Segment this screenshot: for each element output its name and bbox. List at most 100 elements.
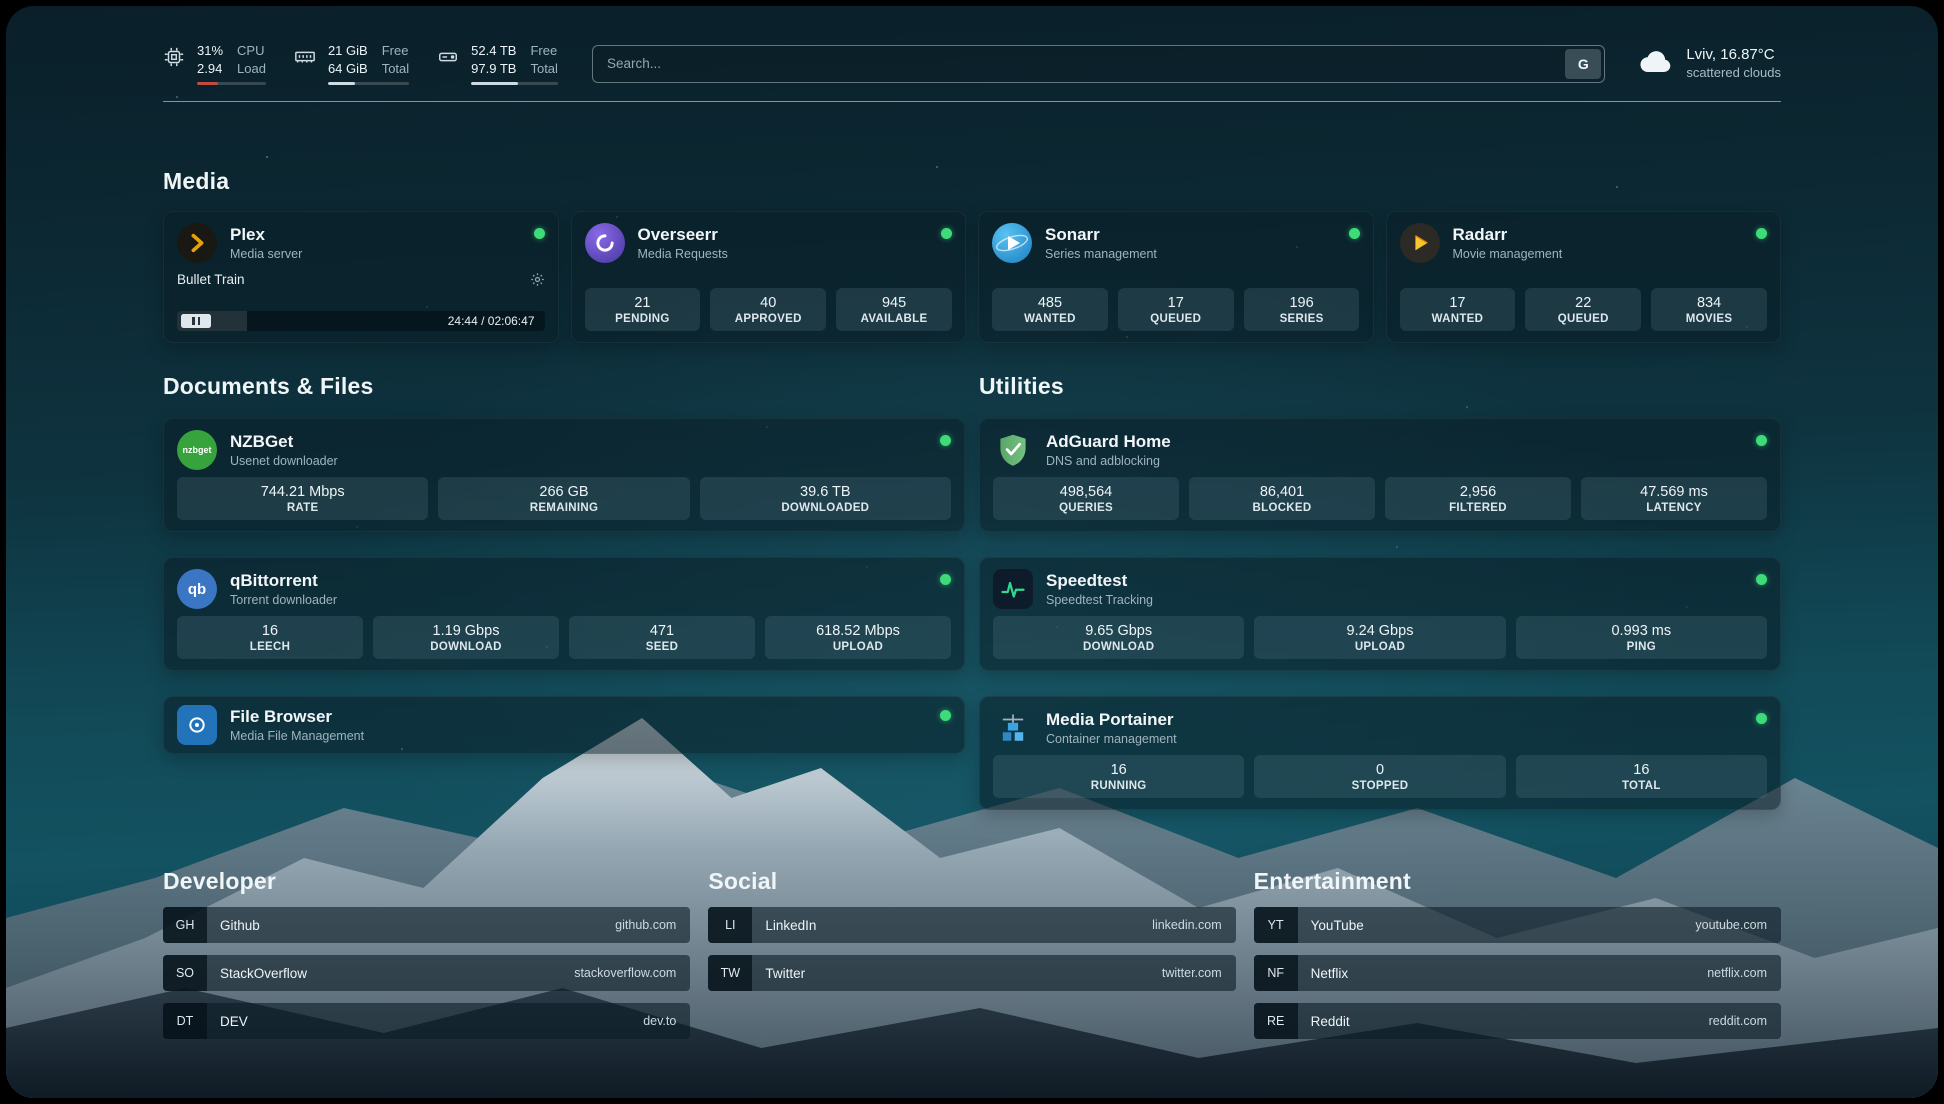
plex-icon [177, 223, 217, 263]
cpu-metric: 31%2.94 CPULoad [163, 42, 266, 85]
app-subtitle: Usenet downloader [230, 454, 338, 468]
stat-download: 9.65 GbpsDOWNLOAD [993, 616, 1244, 659]
filebrowser-icon [177, 705, 217, 745]
sonarr-icon [992, 223, 1032, 263]
app-card-adguard[interactable]: AdGuard Home DNS and adblocking 498,564Q… [979, 418, 1781, 532]
ram-free-label: Free [382, 42, 409, 60]
cpu-icon [163, 46, 185, 73]
weather-widget: Lviv, 16.87°C scattered clouds [1639, 45, 1781, 81]
section-developer: Developer GH Github github.com SO StackO… [163, 868, 690, 1039]
app-subtitle: Speedtest Tracking [1046, 593, 1153, 607]
status-dot [1756, 228, 1767, 239]
github-icon: GH [163, 907, 207, 943]
twitter-icon: TW [708, 955, 752, 991]
ram-metric: 21 GiB64 GiB FreeTotal [294, 42, 409, 85]
bookmark-twitter[interactable]: TW Twitter twitter.com [708, 955, 1235, 991]
bookmark-netflix[interactable]: NF Netflix netflix.com [1254, 955, 1781, 991]
app-card-speedtest[interactable]: Speedtest Speedtest Tracking 9.65 GbpsDO… [979, 557, 1781, 671]
app-name: Plex [230, 225, 302, 245]
bookmark-reddit[interactable]: RE Reddit reddit.com [1254, 1003, 1781, 1039]
adguard-icon [993, 430, 1033, 470]
app-card-portainer[interactable]: Media Portainer Container management 16R… [979, 696, 1781, 810]
weather-location: Lviv, 16.87°C [1686, 45, 1781, 65]
stat-wanted: 485WANTED [992, 288, 1108, 331]
nzbget-icon: nzbget [177, 430, 217, 470]
status-dot [1756, 435, 1767, 446]
stat-upload: 9.24 GbpsUPLOAD [1254, 616, 1505, 659]
gear-icon[interactable] [530, 272, 545, 287]
entertainment-section-title: Entertainment [1254, 868, 1781, 895]
status-dot [534, 228, 545, 239]
app-subtitle: Media server [230, 247, 302, 261]
bookmark-linkedin[interactable]: LI LinkedIn linkedin.com [708, 907, 1235, 943]
stat-queued: 17QUEUED [1118, 288, 1234, 331]
app-name: Sonarr [1045, 225, 1157, 245]
cpu-load-value: 2.94 [197, 60, 223, 78]
stat-remaining: 266 GBREMAINING [438, 477, 689, 520]
ram-total-value: 64 GiB [328, 60, 368, 78]
section-entertainment: Entertainment YT YouTube youtube.com NF … [1254, 868, 1781, 1039]
cpu-load-label: Load [237, 60, 266, 78]
status-dot [940, 710, 951, 721]
disk-usage-bar [471, 82, 558, 85]
stat-blocked: 86,401BLOCKED [1189, 477, 1375, 520]
status-dot [940, 574, 951, 585]
app-card-filebrowser[interactable]: File Browser Media File Management [163, 696, 965, 754]
ram-total-label: Total [382, 60, 409, 78]
status-dot [941, 228, 952, 239]
app-name: Overseerr [638, 225, 728, 245]
section-documents: Documents & Files nzbget NZBGet Usenet d… [163, 373, 965, 810]
app-card-qbittorrent[interactable]: qb qBittorrent Torrent downloader 16LEEC… [163, 557, 965, 671]
app-name: File Browser [230, 707, 364, 727]
header-divider [163, 101, 1781, 102]
overseerr-icon [585, 223, 625, 263]
stat-total: 16TOTAL [1516, 755, 1767, 798]
media-section-title: Media [163, 168, 1781, 195]
radarr-icon [1400, 223, 1440, 263]
app-card-plex[interactable]: Plex Media server Bullet Train [163, 211, 559, 343]
ram-free-value: 21 GiB [328, 42, 368, 60]
app-name: Media Portainer [1046, 710, 1177, 730]
search-bar: G [592, 45, 1605, 83]
youtube-icon: YT [1254, 907, 1298, 943]
speedtest-icon [993, 569, 1033, 609]
stat-wanted: 17WANTED [1400, 288, 1516, 331]
section-utilities: Utilities AdGuard Home DNS and adblockin… [979, 373, 1781, 810]
app-name: AdGuard Home [1046, 432, 1171, 452]
disk-icon [437, 46, 459, 73]
stat-latency: 47.569 msLATENCY [1581, 477, 1767, 520]
app-subtitle: Movie management [1453, 247, 1563, 261]
bookmark-stackoverflow[interactable]: SO StackOverflow stackoverflow.com [163, 955, 690, 991]
top-bar: 31%2.94 CPULoad 21 GiB64 GiB FreeTotal [163, 42, 1781, 85]
app-card-nzbget[interactable]: nzbget NZBGet Usenet downloader 744.21 M… [163, 418, 965, 532]
stat-running: 16RUNNING [993, 755, 1244, 798]
app-name: Speedtest [1046, 571, 1153, 591]
stat-pending: 21PENDING [585, 288, 701, 331]
stat-upload: 618.52 MbpsUPLOAD [765, 616, 951, 659]
stat-leech: 16LEECH [177, 616, 363, 659]
pause-button[interactable] [181, 314, 211, 328]
app-card-overseerr[interactable]: Overseerr Media Requests 21PENDING 40APP… [571, 211, 967, 343]
ram-icon [294, 46, 316, 73]
section-media: Media Plex Media server [163, 168, 1781, 343]
stat-ping: 0.993 msPING [1516, 616, 1767, 659]
stat-download: 1.19 GbpsDOWNLOAD [373, 616, 559, 659]
bookmark-dev[interactable]: DT DEV dev.to [163, 1003, 690, 1039]
app-subtitle: Torrent downloader [230, 593, 337, 607]
stat-series: 196SERIES [1244, 288, 1360, 331]
app-name: qBittorrent [230, 571, 337, 591]
qbittorrent-icon: qb [177, 569, 217, 609]
app-card-radarr[interactable]: Radarr Movie management 17WANTED 22QUEUE… [1386, 211, 1782, 343]
stat-seed: 471SEED [569, 616, 755, 659]
search-engine-button[interactable]: G [1565, 49, 1601, 79]
bookmark-youtube[interactable]: YT YouTube youtube.com [1254, 907, 1781, 943]
bookmark-github[interactable]: GH Github github.com [163, 907, 690, 943]
search-input[interactable] [593, 46, 1565, 82]
cpu-usage-value: 31% [197, 42, 223, 60]
player-time: 24:44 / 02:06:47 [448, 314, 535, 328]
app-card-sonarr[interactable]: Sonarr Series management 485WANTED 17QUE… [978, 211, 1374, 343]
status-dot [1756, 574, 1767, 585]
player-progress-bar[interactable]: 24:44 / 02:06:47 [177, 311, 545, 331]
ram-usage-bar [328, 82, 409, 85]
app-name: Radarr [1453, 225, 1563, 245]
